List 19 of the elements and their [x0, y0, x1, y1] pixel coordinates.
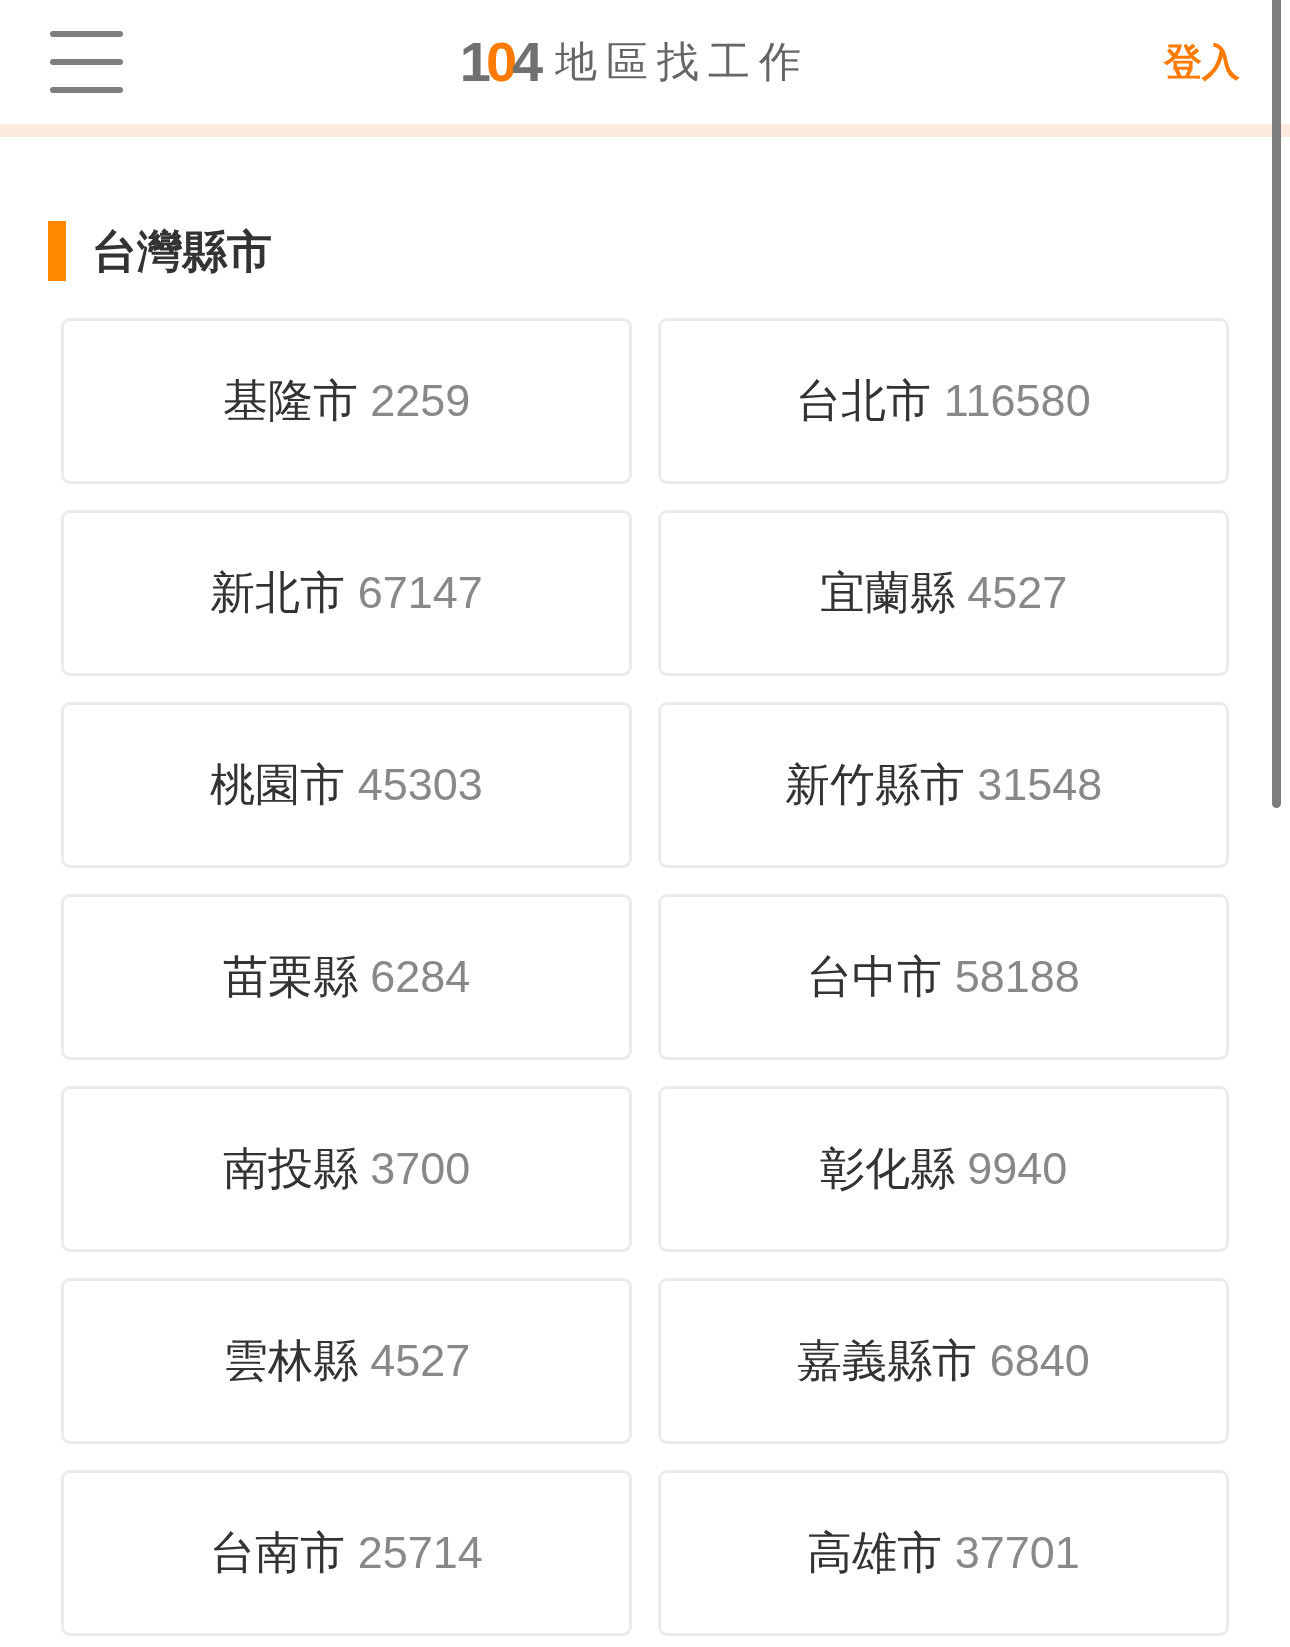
- region-link[interactable]: 高雄市 37701: [658, 1470, 1229, 1636]
- region-link[interactable]: 宜蘭縣 4527: [658, 510, 1229, 676]
- region-link[interactable]: 基隆市 2259: [61, 318, 632, 484]
- region-link[interactable]: 台南市 25714: [61, 1470, 632, 1636]
- region-link[interactable]: 雲林縣 4527: [61, 1278, 632, 1444]
- menu-icon[interactable]: [50, 31, 123, 93]
- region-link[interactable]: 桃園市 45303: [61, 702, 632, 868]
- section-marker: [48, 221, 66, 281]
- brand-logo[interactable]: 104: [459, 34, 544, 90]
- region-link[interactable]: 彰化縣 9940: [658, 1086, 1229, 1252]
- region-link[interactable]: 南投縣 3700: [61, 1086, 632, 1252]
- site-title: 地區找工作: [555, 41, 811, 83]
- region-link[interactable]: 新北市 67147: [61, 510, 632, 676]
- region-link[interactable]: 台北市 116580: [658, 318, 1229, 484]
- section-title: 台灣縣市: [92, 228, 272, 274]
- region-link[interactable]: 新竹縣市 31548: [658, 702, 1229, 868]
- region-link[interactable]: 台中市 58188: [658, 894, 1229, 1060]
- region-link[interactable]: 嘉義縣市 6840: [658, 1278, 1229, 1444]
- region-link[interactable]: 苗栗縣 6284: [61, 894, 632, 1060]
